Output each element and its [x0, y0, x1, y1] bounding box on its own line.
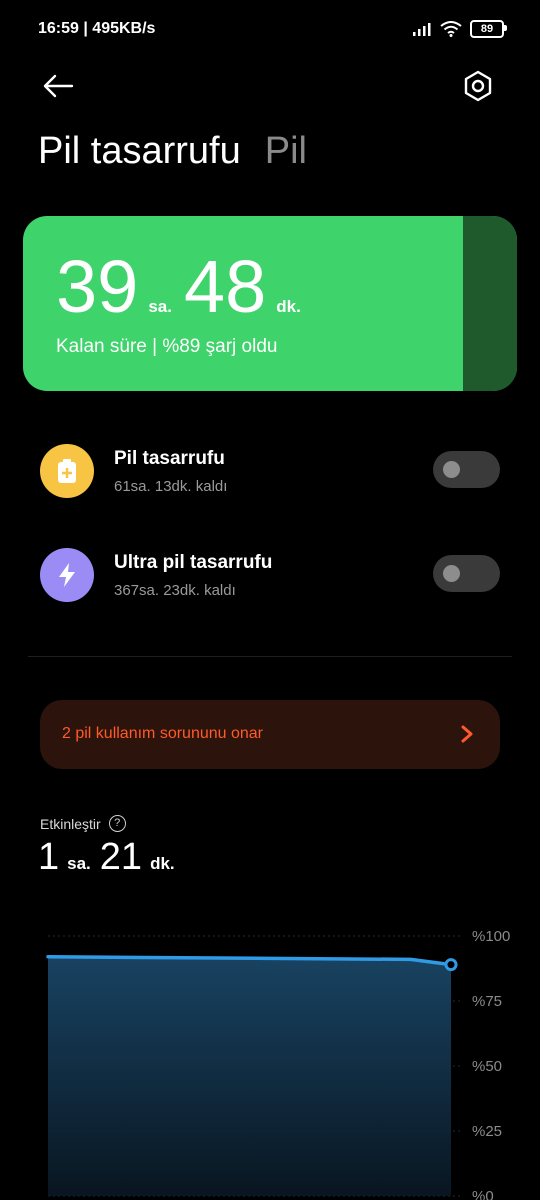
chart-endpoint: [444, 958, 458, 972]
battery-level-chart: %100 %75 %50 %25 %0: [46, 928, 510, 1200]
status-icons: 89: [412, 20, 507, 38]
arrow-left-icon: [43, 74, 74, 98]
remaining-subtitle: Kalan süre | %89 şarj oldu: [56, 336, 278, 357]
y-tick-label: %75: [472, 993, 502, 1010]
toggle-knob: [443, 565, 460, 582]
page-title[interactable]: Pil tasarrufu: [38, 130, 241, 173]
battery-empty-portion: [463, 216, 517, 391]
battery-saver-title: Pil tasarrufu: [114, 448, 225, 469]
battery-saver-toggle[interactable]: [433, 451, 500, 488]
remaining-minutes: 48: [183, 245, 267, 328]
battery-remaining-card[interactable]: 39 sa. 48 dk. Kalan süre | %89 şarj oldu: [23, 216, 517, 391]
activity-minutes: 21: [99, 836, 143, 878]
activity-label: Etkinleştir ?: [40, 815, 126, 832]
y-tick-label: %25: [472, 1123, 502, 1140]
lightning-icon: [40, 548, 94, 602]
y-tick-label: %100: [472, 928, 510, 945]
ultra-battery-saver-toggle[interactable]: [433, 555, 500, 592]
y-tick-label: %0: [472, 1188, 494, 1200]
tab-pil[interactable]: Pil: [265, 130, 307, 173]
fix-issues-text: 2 pil kullanım sorununu onar: [62, 725, 264, 742]
toggle-knob: [443, 461, 460, 478]
status-time: 16:59 | 495KB/s: [38, 20, 156, 37]
help-icon[interactable]: ?: [108, 815, 126, 832]
battery-plus-icon: [40, 444, 94, 498]
ultra-battery-saver-title: Ultra pil tasarrufu: [114, 552, 273, 573]
fix-issues-banner[interactable]: 2 pil kullanım sorununu onar: [40, 700, 500, 769]
chart-y-ticks: %100 %75 %50 %25 %0: [472, 928, 510, 1200]
title-row: Pil tasarrufu Pil: [38, 130, 307, 173]
battery-saver-subtitle: 61sa. 13dk. kaldı: [114, 478, 228, 495]
minutes-unit: dk.: [276, 297, 301, 316]
battery-saver-row[interactable]: Pil tasarrufu 61sa. 13dk. kaldı: [40, 440, 500, 500]
gear-icon: [464, 70, 492, 102]
back-button[interactable]: [40, 68, 76, 104]
chart-area: [48, 956, 451, 1196]
settings-button[interactable]: [460, 68, 496, 104]
signal-icon: [413, 23, 431, 36]
activity-time: 1 sa. 21 dk.: [38, 836, 184, 879]
divider: [28, 656, 512, 657]
ultra-battery-saver-row[interactable]: Ultra pil tasarrufu 367sa. 23dk. kaldı: [40, 544, 500, 604]
activity-minutes-unit: dk.: [150, 854, 175, 873]
battery-level-text: 89: [480, 23, 494, 35]
y-tick-label: %50: [472, 1058, 502, 1075]
chevron-right-icon: [461, 725, 473, 743]
activity-hours: 1: [38, 836, 60, 878]
remaining-time: 39 sa. 48 dk.: [56, 244, 313, 329]
wifi-icon: [440, 21, 462, 37]
remaining-hours: 39: [56, 245, 139, 328]
activity-label-text: Etkinleştir: [40, 815, 101, 832]
hours-unit: sa.: [148, 297, 172, 316]
battery-status-icon: 89: [470, 20, 507, 38]
ultra-battery-saver-subtitle: 367sa. 23dk. kaldı: [114, 582, 236, 599]
activity-hours-unit: sa.: [67, 854, 91, 873]
